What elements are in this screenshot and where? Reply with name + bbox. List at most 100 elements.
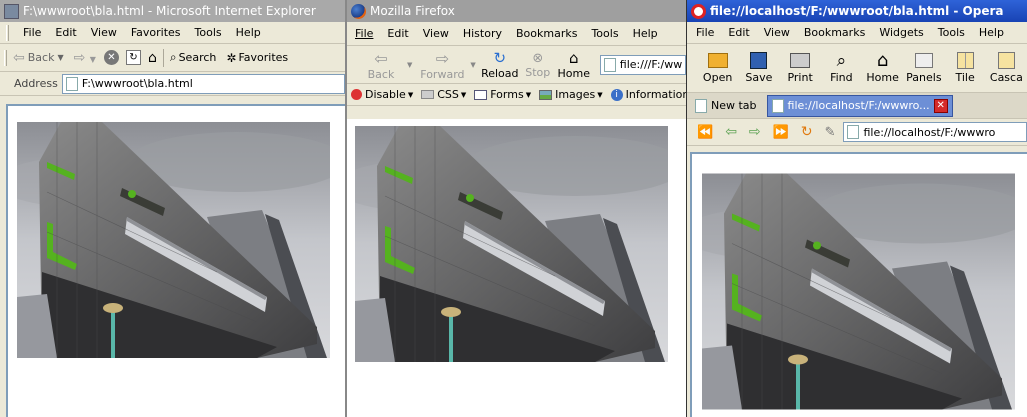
op-menu-help[interactable]: Help: [979, 26, 1004, 39]
reload-icon[interactable]: ↻: [801, 124, 813, 140]
op-new-tab-label: New tab: [711, 99, 757, 112]
op-panels-button[interactable]: Panels: [903, 52, 944, 84]
ie-refresh-icon[interactable]: ↻: [125, 50, 141, 65]
building-photo: [355, 126, 668, 362]
ie-favorites-button[interactable]: ✲ Favorites: [226, 51, 288, 65]
ie-menu-file[interactable]: File: [23, 26, 41, 39]
ff-home-button[interactable]: ⌂ Home: [556, 49, 592, 80]
firefox-menubar: File Edit View History Bookmarks Tools H…: [347, 22, 686, 46]
ff-menu-help[interactable]: Help: [633, 27, 658, 40]
op-menu-file[interactable]: File: [696, 26, 714, 39]
ff-menu-history[interactable]: History: [463, 27, 502, 40]
ie-toolbar: ⇦ Back ▼ ⇨ ▼ ✕ ↻ ⌂ ⌕ Search ✲ Favorites: [0, 44, 345, 72]
ie-address-bar: Address F:\wwwroot\bla.html: [0, 72, 345, 96]
ff-stop-button[interactable]: ⊗ Stop: [520, 51, 556, 79]
op-page-content: [690, 152, 1027, 417]
back-arrow-icon: ⇦: [13, 49, 25, 66]
ff-back-button[interactable]: ⇦ Back: [361, 49, 401, 81]
ie-menu-tools[interactable]: Tools: [195, 26, 222, 39]
op-open-button[interactable]: Open: [697, 52, 738, 84]
edit-icon[interactable]: ✎: [825, 125, 836, 140]
op-save-button[interactable]: Save: [738, 52, 779, 84]
ie-icon: [4, 3, 19, 19]
ff-menu-file[interactable]: File: [355, 27, 373, 40]
forward-arrow-icon: ⇨: [435, 48, 450, 68]
opera-menubar: File Edit View Bookmarks Widgets Tools H…: [687, 22, 1027, 44]
forward-icon[interactable]: ⇨: [749, 124, 761, 140]
op-menu-view[interactable]: View: [764, 26, 790, 39]
ff-information-menu[interactable]: i Information▼: [610, 88, 686, 101]
tile-icon: [956, 52, 974, 69]
ie-search-button[interactable]: ⌕ Search: [170, 50, 217, 65]
ff-forward-dropdown-icon[interactable]: ▼: [470, 61, 475, 69]
ff-forward-button[interactable]: ⇨ Forward: [418, 49, 466, 81]
op-address-input[interactable]: file://localhost/F:/wwwro: [843, 122, 1027, 142]
ff-images-menu[interactable]: Images ▼: [539, 88, 603, 101]
op-find-button[interactable]: ⌕ Find: [821, 52, 862, 84]
back-icon[interactable]: ⇦: [725, 124, 737, 140]
op-cascade-button[interactable]: Casca: [986, 52, 1027, 84]
images-icon: [539, 89, 553, 100]
ie-home-icon[interactable]: ⌂: [148, 50, 157, 66]
reload-icon: ↻: [493, 49, 507, 67]
back-arrow-icon: ⇦: [374, 48, 388, 68]
firefox-titlebar[interactable]: Mozilla Firefox: [347, 0, 686, 22]
page-icon: [65, 76, 78, 91]
ie-stop-icon[interactable]: ✕: [103, 50, 119, 65]
op-tile-button[interactable]: Tile: [945, 52, 986, 84]
ie-menu-edit[interactable]: Edit: [55, 26, 76, 39]
ie-back-button[interactable]: ⇦ Back ▼: [13, 50, 64, 66]
op-open-label: Open: [702, 70, 733, 84]
opera-titlebar[interactable]: file://localhost/F:/wwwroot/bla.html - O…: [687, 0, 1027, 22]
ie-menu-favorites[interactable]: Favorites: [131, 26, 181, 39]
ff-disable-menu[interactable]: Disable ▼: [351, 88, 413, 101]
ff-url-input[interactable]: file:///F:/ww: [599, 54, 686, 75]
ff-reload-button[interactable]: ↻ Reload: [480, 49, 520, 80]
ff-forms-menu[interactable]: Forms ▼: [474, 88, 531, 101]
op-home-button[interactable]: ⌂ Home: [862, 52, 903, 85]
op-menu-bookmarks[interactable]: Bookmarks: [804, 26, 865, 39]
ff-webdev-toolbar: Disable ▼ CSS ▼ Forms ▼ Images ▼ i Informati…: [347, 84, 686, 106]
fast-forward-icon[interactable]: ⏩: [773, 125, 789, 140]
op-menu-edit[interactable]: Edit: [728, 26, 749, 39]
ff-forward-label: Forward: [420, 67, 465, 81]
op-menu-widgets[interactable]: Widgets: [879, 26, 923, 39]
ff-css-menu[interactable]: CSS ▼: [421, 88, 466, 101]
page-icon: [603, 57, 616, 72]
cascade-icon: [997, 52, 1015, 69]
css-icon: [421, 90, 435, 99]
op-find-label: Find: [830, 71, 853, 84]
ff-back-label: Back: [367, 67, 395, 81]
op-print-button[interactable]: Print: [780, 52, 821, 84]
firefox-title: Mozilla Firefox: [370, 4, 455, 18]
ff-information-label: Information: [625, 88, 686, 101]
op-new-tab[interactable]: New tab: [695, 98, 757, 113]
opera-icon: [691, 3, 706, 19]
opera-tabbar: New tab file://localhost/F:/wwwro... ✕: [687, 93, 1027, 119]
ie-titlebar[interactable]: F:\wwwroot\bla.html - Microsoft Internet…: [0, 0, 345, 22]
ff-forms-label: Forms: [490, 88, 524, 101]
building-photo: [17, 122, 330, 358]
close-tab-icon[interactable]: ✕: [933, 98, 948, 113]
ie-address-input[interactable]: F:\wwwroot\bla.html: [61, 73, 345, 94]
op-menu-tools[interactable]: Tools: [938, 26, 965, 39]
ie-menu-help[interactable]: Help: [236, 26, 261, 39]
rewind-icon[interactable]: ⏪: [697, 125, 713, 140]
ie-forward-button[interactable]: ⇨ ▼: [74, 50, 96, 66]
forms-icon: [474, 89, 488, 100]
ff-back-dropdown-icon[interactable]: ▼: [407, 61, 412, 69]
ff-url-value: file:///F:/ww: [619, 58, 683, 71]
ff-menu-view[interactable]: View: [423, 27, 449, 40]
ff-menu-bookmarks[interactable]: Bookmarks: [516, 27, 577, 40]
building-photo: [702, 164, 1015, 417]
ie-address-label: Address: [14, 77, 58, 90]
ie-menu-view[interactable]: View: [91, 26, 117, 39]
ie-back-label: Back: [27, 51, 55, 64]
stop-icon: ⊗: [532, 50, 544, 66]
op-active-tab[interactable]: file://localhost/F:/wwwro... ✕: [766, 94, 953, 117]
op-home-label: Home: [866, 71, 899, 84]
ff-menu-edit[interactable]: Edit: [387, 27, 408, 40]
folder-icon: [707, 52, 728, 68]
ff-menu-tools[interactable]: Tools: [591, 27, 618, 40]
opera-toolbar: Open Save Print ⌕ Find ⌂ Home Panels Tile …: [687, 44, 1027, 93]
